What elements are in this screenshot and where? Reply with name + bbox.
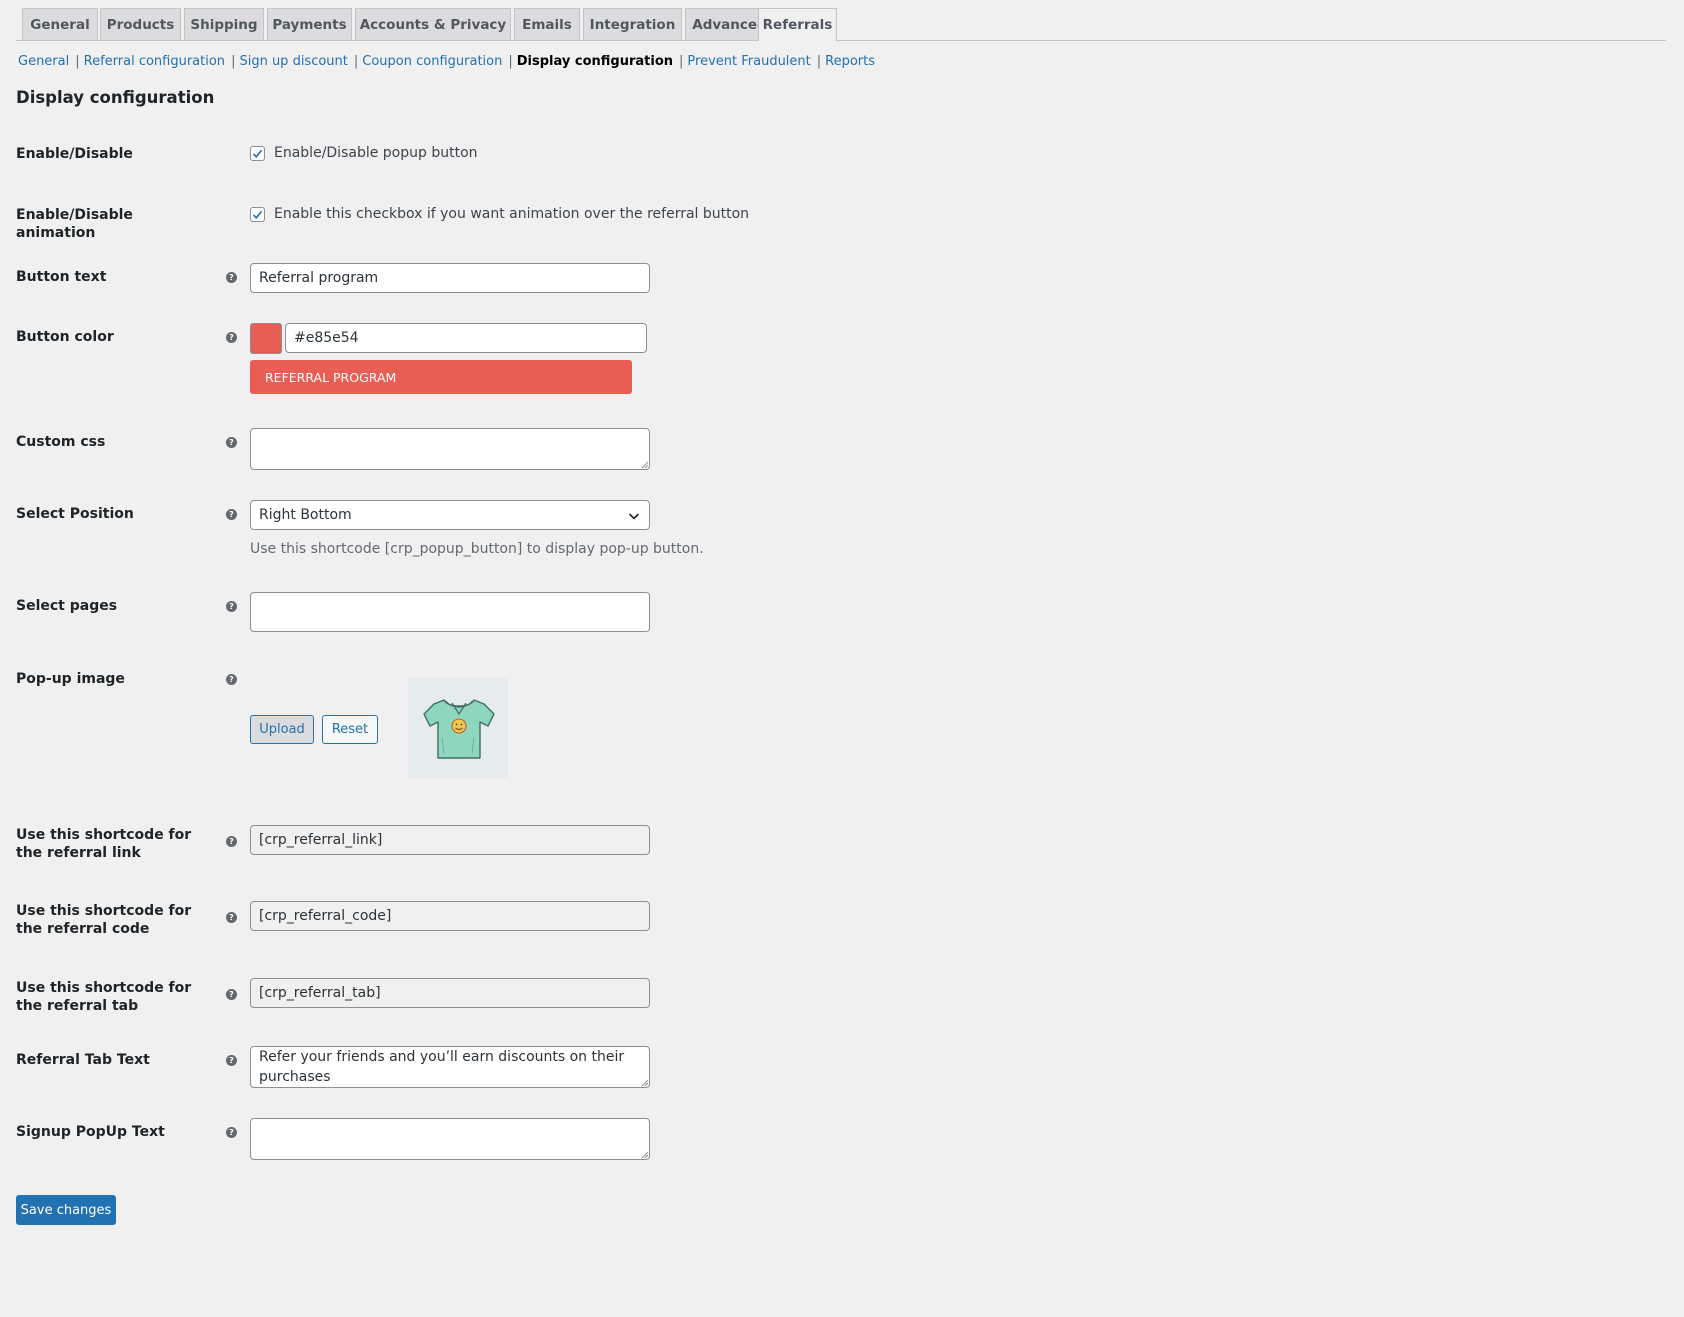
- enable-popup-text: Enable/Disable popup button: [274, 145, 478, 161]
- shortcode-link-label: Use this shortcode for the referral link: [16, 827, 192, 861]
- tshirt-icon: [423, 699, 495, 759]
- help-icon[interactable]: ?: [226, 674, 237, 685]
- subnav-separator: |: [353, 53, 359, 69]
- shortcode-link-field[interactable]: [crp_referral_link]: [250, 825, 650, 855]
- subnav-sign-up-discount[interactable]: Sign up discount: [239, 54, 347, 69]
- shortcode-tab-label: Use this shortcode for the referral tab: [16, 980, 192, 1014]
- subnav-separator: |: [679, 53, 684, 69]
- enable-animation-checkbox[interactable]: [250, 207, 265, 222]
- help-icon[interactable]: ?: [226, 437, 237, 448]
- checkmark-icon: [252, 149, 263, 158]
- tab-general[interactable]: General: [22, 8, 98, 40]
- color-swatch[interactable]: [250, 323, 282, 354]
- subnav-reports[interactable]: Reports: [825, 54, 875, 69]
- help-icon[interactable]: ?: [226, 332, 237, 343]
- subnav-general[interactable]: General: [18, 54, 69, 69]
- help-icon[interactable]: ?: [226, 272, 237, 283]
- position-description: Use this shortcode [crp_popup_button] to…: [250, 541, 704, 557]
- subnav-separator: |: [75, 53, 80, 69]
- select-pages-input[interactable]: [250, 592, 650, 632]
- resize-handle-icon[interactable]: [640, 460, 648, 468]
- save-changes-button[interactable]: Save changes: [16, 1195, 116, 1225]
- position-selected-value: Right Bottom: [259, 507, 352, 523]
- help-icon[interactable]: ?: [226, 1055, 237, 1066]
- popup-image-label: Pop-up image: [16, 671, 125, 687]
- subnav-prevent-fraudulent[interactable]: Prevent Fraudulent: [687, 54, 810, 69]
- tab-referrals[interactable]: Referrals: [758, 8, 837, 41]
- animation-label: Enable/Disable animation: [16, 207, 133, 241]
- subnav-separator: |: [816, 53, 822, 69]
- tab-accounts-privacy[interactable]: Accounts & Privacy: [355, 8, 511, 40]
- enable-animation-text: Enable this checkbox if you want animati…: [274, 206, 750, 222]
- subnav-coupon-configuration[interactable]: Coupon configuration: [362, 54, 502, 69]
- page-title: Display configuration: [16, 88, 215, 107]
- resize-handle-icon[interactable]: [640, 1150, 648, 1158]
- tab-payments[interactable]: Payments: [267, 8, 352, 40]
- shortcode-code-label: Use this shortcode for the referral code: [16, 903, 192, 937]
- button-color-label: Button color: [16, 329, 114, 345]
- subnav-referral-configuration[interactable]: Referral configuration: [84, 54, 225, 69]
- button-text-label: Button text: [16, 269, 107, 285]
- help-icon[interactable]: ?: [226, 1127, 237, 1138]
- referral-tab-text-textarea[interactable]: Refer your friends and you’ll earn disco…: [250, 1046, 650, 1088]
- popup-image-preview: [408, 678, 508, 778]
- tab-shipping[interactable]: Shipping: [184, 8, 264, 40]
- tab-emails[interactable]: Emails: [514, 8, 580, 40]
- enable-label: Enable/Disable: [16, 146, 133, 162]
- signup-popup-text-textarea[interactable]: [250, 1118, 650, 1160]
- referral-tab-text-value: Refer your friends and you’ll earn disco…: [259, 1049, 625, 1085]
- upload-button[interactable]: Upload: [250, 715, 314, 744]
- settings-tabs: General Products Shipping Payments Accou…: [16, 8, 1666, 41]
- custom-css-textarea[interactable]: [250, 428, 650, 470]
- resize-handle-icon[interactable]: [640, 1078, 648, 1086]
- subnav-separator: |: [508, 53, 513, 69]
- help-icon[interactable]: ?: [226, 509, 237, 520]
- shortcode-code-field[interactable]: [crp_referral_code]: [250, 901, 650, 931]
- help-icon[interactable]: ?: [226, 989, 237, 1000]
- button-color-input[interactable]: #e85e54: [285, 323, 647, 353]
- select-position-label: Select Position: [16, 506, 134, 522]
- chevron-down-icon: [628, 513, 640, 520]
- select-pages-label: Select pages: [16, 598, 118, 614]
- referral-button-preview: REFERRAL PROGRAM: [250, 360, 632, 394]
- help-icon[interactable]: ?: [226, 836, 237, 847]
- position-select[interactable]: Right Bottom: [250, 500, 650, 530]
- help-icon[interactable]: ?: [226, 912, 237, 923]
- referral-tab-text-label: Referral Tab Text: [16, 1052, 150, 1068]
- button-text-input[interactable]: Referral program: [250, 263, 650, 293]
- sub-navigation: General | Referral configuration | Sign …: [18, 52, 875, 70]
- tab-products[interactable]: Products: [100, 8, 181, 40]
- enable-popup-checkbox[interactable]: [250, 146, 265, 161]
- custom-css-label: Custom css: [16, 434, 106, 450]
- subnav-display-configuration[interactable]: Display configuration: [517, 54, 673, 69]
- shortcode-tab-field[interactable]: [crp_referral_tab]: [250, 978, 650, 1008]
- signup-popup-text-label: Signup PopUp Text: [16, 1124, 165, 1140]
- reset-button[interactable]: Reset: [322, 715, 378, 744]
- help-icon[interactable]: ?: [226, 601, 237, 612]
- tab-integration[interactable]: Integration: [583, 8, 682, 40]
- checkmark-icon: [252, 210, 263, 219]
- subnav-separator: |: [231, 53, 236, 69]
